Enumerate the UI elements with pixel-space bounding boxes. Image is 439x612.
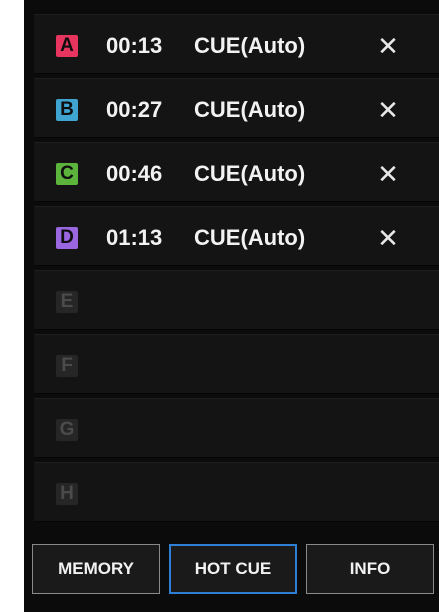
hot-cue-list: A 00:13 CUE(Auto) ✕ B 00:27 CUE(Auto) ✕ … xyxy=(34,14,439,526)
hot-cue-row-b[interactable]: B 00:27 CUE(Auto) ✕ xyxy=(34,78,439,138)
panel-tab-bar: MEMORY HOT CUE INFO xyxy=(32,544,435,596)
cue-time: 00:27 xyxy=(106,97,163,122)
hot-cue-row-a[interactable]: A 00:13 CUE(Auto) ✕ xyxy=(34,14,439,74)
hot-cue-row-g[interactable]: G xyxy=(34,398,439,458)
cue-letter-g-badge: G xyxy=(56,419,78,441)
cue-time: 00:46 xyxy=(106,161,163,186)
hot-cue-row-e[interactable]: E xyxy=(34,270,439,330)
tab-memory[interactable]: MEMORY xyxy=(32,544,160,594)
close-icon[interactable]: ✕ xyxy=(374,224,402,252)
tab-info[interactable]: INFO xyxy=(306,544,434,594)
close-icon[interactable]: ✕ xyxy=(374,32,402,60)
close-icon[interactable]: ✕ xyxy=(374,96,402,124)
tab-hot-cue[interactable]: HOT CUE xyxy=(169,544,297,594)
hot-cue-panel: A 00:13 CUE(Auto) ✕ B 00:27 CUE(Auto) ✕ … xyxy=(24,0,439,612)
cue-letter-f-badge: F xyxy=(56,355,78,377)
cue-letter-e-badge: E xyxy=(56,291,78,313)
cue-letter-b-badge: B xyxy=(56,99,78,121)
hot-cue-row-f[interactable]: F xyxy=(34,334,439,394)
cue-type-label: CUE(Auto) xyxy=(194,97,306,122)
cue-letter-h-badge: H xyxy=(56,483,78,505)
close-icon[interactable]: ✕ xyxy=(374,160,402,188)
cue-type-label: CUE(Auto) xyxy=(194,161,306,186)
hot-cue-row-d[interactable]: D 01:13 CUE(Auto) ✕ xyxy=(34,206,439,266)
hot-cue-row-h[interactable]: H xyxy=(34,462,439,522)
cue-letter-a-badge: A xyxy=(56,35,78,57)
cue-letter-c-badge: C xyxy=(56,163,78,185)
cue-time: 00:13 xyxy=(106,33,163,58)
cue-letter-d-badge: D xyxy=(56,227,78,249)
hot-cue-row-c[interactable]: C 00:46 CUE(Auto) ✕ xyxy=(34,142,439,202)
cue-type-label: CUE(Auto) xyxy=(194,225,306,250)
cue-type-label: CUE(Auto) xyxy=(194,33,306,58)
cue-time: 01:13 xyxy=(106,225,163,250)
